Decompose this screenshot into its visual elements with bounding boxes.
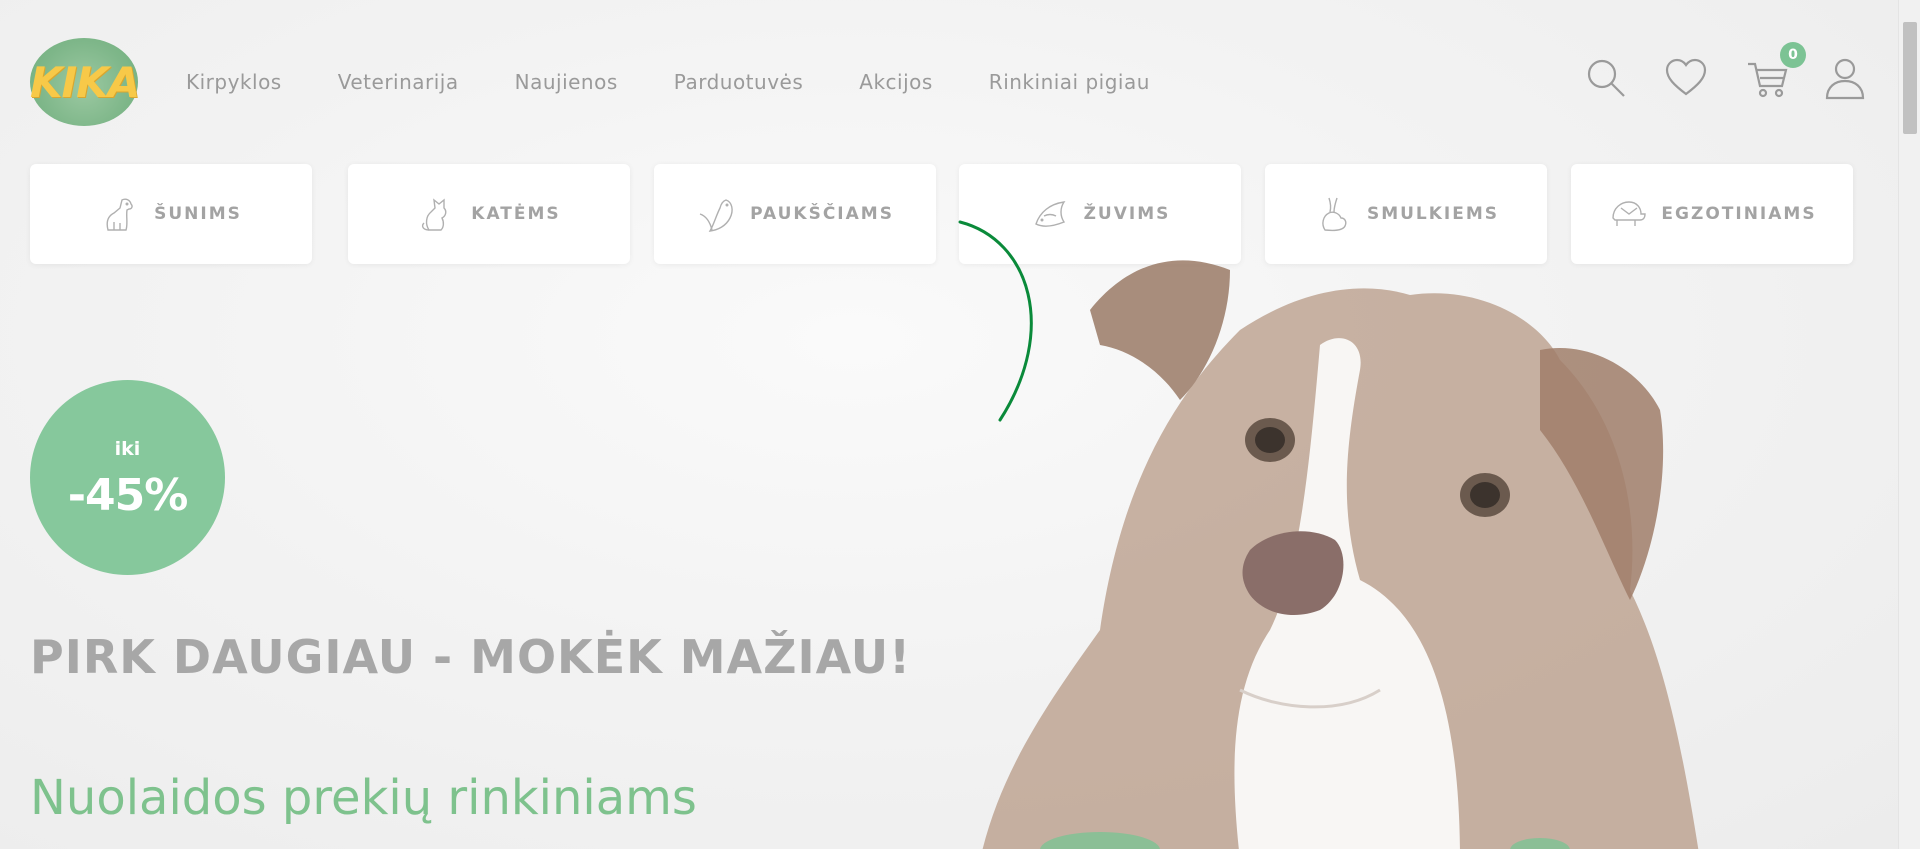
page: KIKA Kirpyklos Veterinarija Naujienos Pa…: [0, 0, 1898, 849]
category-label: SMULKIEMS: [1366, 204, 1500, 224]
nav-link-naujienos[interactable]: Naujienos: [515, 70, 618, 94]
discount-prefix: iki: [114, 438, 141, 460]
search-icon[interactable]: [1584, 56, 1628, 100]
discount-value: -45%: [67, 470, 189, 521]
category-label: ŠUNIMS: [154, 204, 242, 224]
category-label: PAUKŠČIAMS: [750, 204, 894, 224]
category-label: KATĖMS: [471, 204, 561, 224]
hero-headline: PIRK DAUGIAU - MOKĖK MAŽIAU!: [30, 630, 912, 684]
cart-count-badge: 0: [1780, 42, 1806, 68]
logo-text: KIKA: [30, 58, 140, 107]
category-label: ŽUVIMS: [1083, 204, 1171, 224]
category-card-smulkiems[interactable]: SMULKIEMS: [1265, 164, 1547, 264]
user-icon[interactable]: [1823, 56, 1867, 100]
bird-icon: [699, 199, 733, 232]
nav-link-kirpyklos[interactable]: Kirpyklos: [186, 70, 282, 94]
nav-link-akcijos[interactable]: Akcijos: [859, 70, 933, 94]
category-label: EGZOTINIAMS: [1661, 204, 1817, 224]
category-card-egzotiniams[interactable]: EGZOTINIAMS: [1571, 164, 1853, 264]
vertical-scrollbar[interactable]: [1898, 0, 1920, 849]
discount-badge: iki -45%: [30, 380, 225, 575]
nav-link-veterinarija[interactable]: Veterinarija: [338, 70, 459, 94]
cat-icon: [422, 198, 447, 231]
category-card-sunims[interactable]: ŠUNIMS: [30, 164, 312, 264]
rabbit-icon: [1322, 197, 1347, 232]
nav-link-parduotuves[interactable]: Parduotuvės: [674, 70, 803, 94]
nav-link-rinkiniai-pigiau[interactable]: Rinkiniai pigiau: [989, 70, 1150, 94]
scrollbar-thumb[interactable]: [1903, 22, 1917, 134]
hero-subline: Nuolaidos prekių rinkiniams: [30, 770, 697, 826]
main-nav: Kirpyklos Veterinarija Naujienos Parduot…: [186, 70, 1206, 94]
category-card-pauksciams[interactable]: PAUKŠČIAMS: [654, 164, 936, 264]
turtle-icon: [1612, 201, 1647, 226]
dog-hero-image: [982, 260, 1699, 849]
kika-logo[interactable]: KIKA: [30, 38, 140, 126]
dog-icon: [106, 198, 133, 231]
heart-icon[interactable]: [1664, 56, 1708, 100]
category-card-katems[interactable]: KATĖMS: [348, 164, 630, 264]
